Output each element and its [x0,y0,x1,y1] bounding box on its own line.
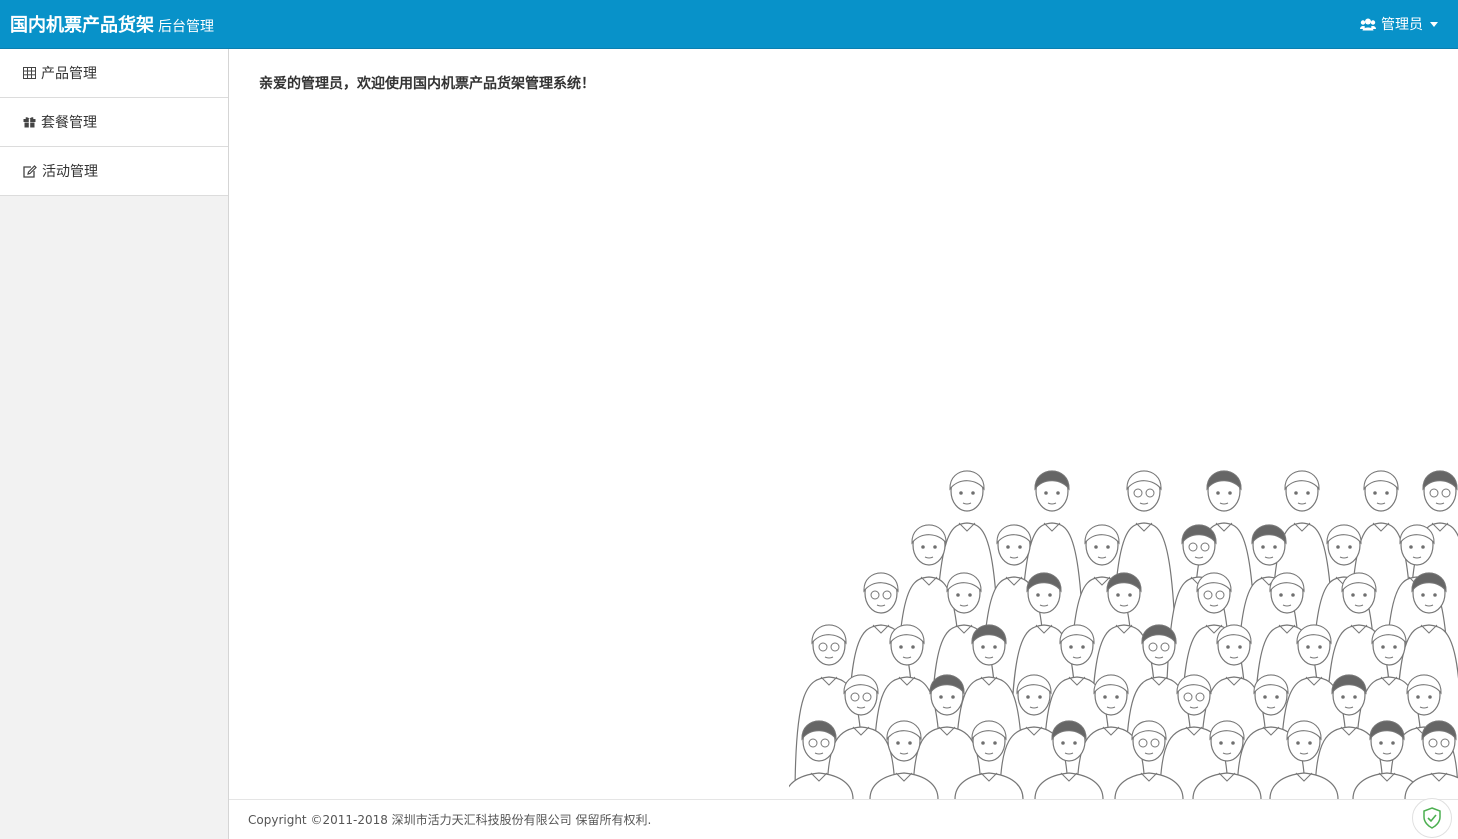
app-brand[interactable]: 国内机票产品货架 后台管理 [10,11,214,37]
sidebar-item-label: 套餐管理 [41,115,97,131]
user-menu-dropdown[interactable]: 管理员 [1360,14,1438,34]
welcome-message: 亲爱的管理员，欢迎使用国内机票产品货架管理系统！ [259,76,595,92]
user-name: 管理员 [1381,17,1423,33]
main-content: 亲爱的管理员，欢迎使用国内机票产品货架管理系统！ [229,49,1458,799]
users-icon [1360,18,1376,30]
crowd-illustration [789,470,1458,799]
gift-icon [23,117,36,128]
sidebar: 产品管理 套餐管理 活动管理 [0,49,229,839]
footer: Copyright ©2011-2018 深圳市活力天汇科技股份有限公司 保留所… [229,798,1458,839]
sidebar-item-package[interactable]: 套餐管理 [0,98,228,147]
sidebar-item-label: 产品管理 [41,66,97,82]
table-icon [23,67,36,79]
app-subtitle: 后台管理 [158,19,214,35]
sidebar-item-product[interactable]: 产品管理 [0,49,228,98]
app-title: 国内机票产品货架 [10,15,154,36]
security-shield-badge[interactable] [1412,798,1452,838]
shield-check-icon [1423,807,1441,829]
copyright-text: Copyright ©2011-2018 深圳市活力天汇科技股份有限公司 保留所… [248,813,652,827]
sidebar-item-activity[interactable]: 活动管理 [0,147,228,196]
top-navbar: 国内机票产品货架 后台管理 管理员 [0,0,1458,49]
edit-icon [23,164,37,178]
sidebar-item-label: 活动管理 [42,164,98,180]
caret-down-icon [1430,21,1438,27]
